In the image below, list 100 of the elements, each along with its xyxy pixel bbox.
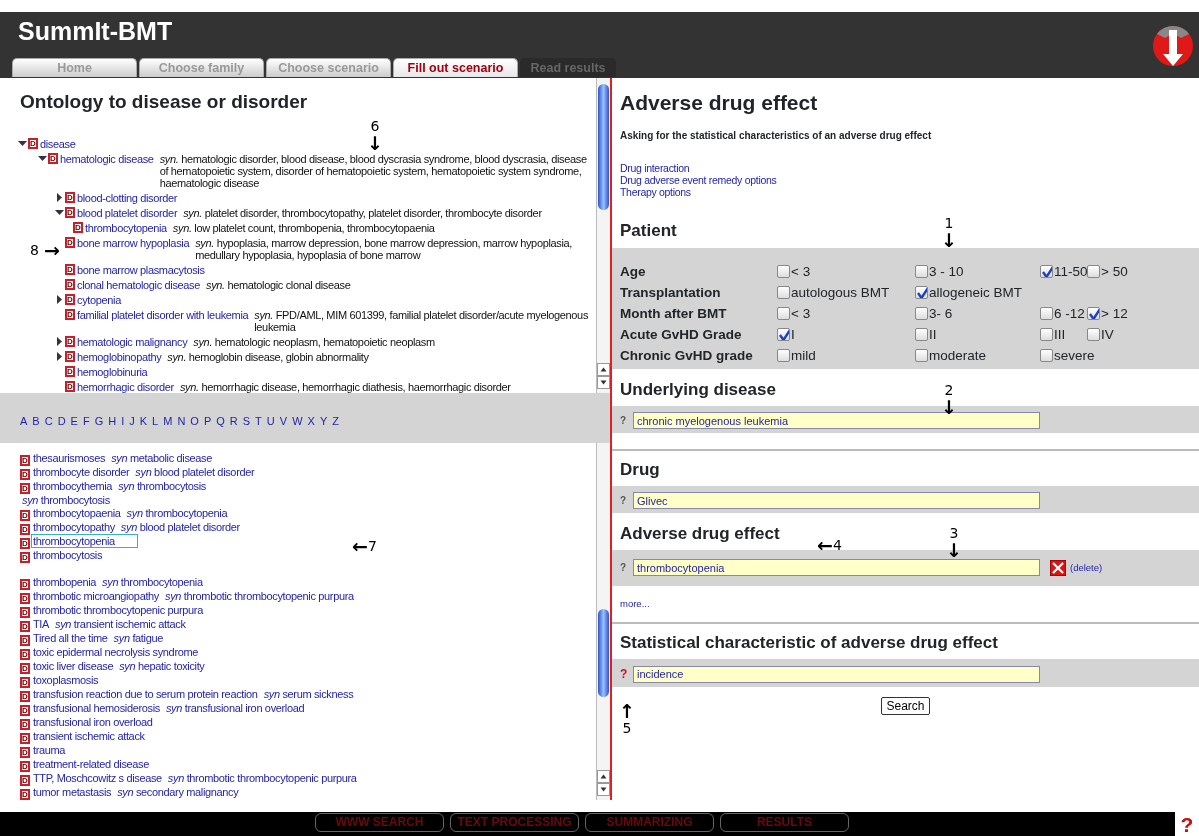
letter-link[interactable]: A <box>20 413 28 443</box>
tree-item-link[interactable]: disease <box>40 138 76 150</box>
help-icon[interactable]: ? <box>620 560 629 576</box>
delete-icon[interactable] <box>1050 559 1066 576</box>
index-term-link[interactable]: thesaurismoses <box>32 451 107 464</box>
tree-item-link[interactable]: hematologic disease <box>60 153 154 165</box>
index-term-link[interactable]: thrombotic microangiopathy <box>32 590 161 602</box>
index-term-link[interactable]: toxic liver disease <box>32 660 115 672</box>
input-field[interactable]: incidence <box>633 665 1040 683</box>
checkbox[interactable] <box>1040 328 1053 342</box>
index-term-link[interactable]: transfusional hemosiderosis <box>32 702 161 714</box>
checkbox[interactable] <box>777 286 790 300</box>
letter-link[interactable]: K <box>139 413 148 443</box>
scroll-down-button[interactable] <box>597 783 610 796</box>
checkbox[interactable] <box>777 307 790 321</box>
index-term-link[interactable]: transfusional iron overload <box>32 716 154 728</box>
expand-arrow-icon[interactable] <box>55 352 64 361</box>
checkbox[interactable] <box>1087 265 1100 279</box>
letter-link[interactable]: J <box>129 413 135 443</box>
tree-item-link[interactable]: hemoglobinopathy <box>77 351 162 363</box>
scroll-down-button[interactable] <box>597 376 610 389</box>
index-term-link[interactable]: thrombocytopathy <box>32 521 116 533</box>
expand-arrow-icon[interactable] <box>55 295 64 304</box>
letter-link[interactable]: Q <box>216 413 225 443</box>
tab[interactable]: Fill out scenario <box>393 58 518 77</box>
index-term-link[interactable]: TTP, Moschcowitz s disease <box>32 772 163 784</box>
index-term-link[interactable]: tumor metastasis <box>32 786 113 798</box>
letter-link[interactable]: O <box>190 413 199 443</box>
tree-item-link[interactable]: thrombocytopenia <box>85 222 167 234</box>
index-term-link[interactable]: transfusion reaction due to serum protein reaction <box>32 688 259 700</box>
checkbox[interactable] <box>1040 265 1053 279</box>
related-link[interactable]: Drug adverse event remedy options <box>620 174 777 187</box>
tree-item-link[interactable]: cytopenia <box>77 294 121 306</box>
tree-item-link[interactable]: hematologic malignancy <box>77 336 188 348</box>
expand-arrow-icon[interactable] <box>55 193 64 202</box>
tree-item-link[interactable]: clonal hematologic disease <box>77 279 200 291</box>
checkbox[interactable] <box>915 265 928 279</box>
checkbox[interactable] <box>1087 307 1100 321</box>
help-icon[interactable]: ? <box>620 493 629 509</box>
collapse-arrow-icon[interactable] <box>18 139 27 148</box>
help-icon[interactable]: ? <box>620 413 629 429</box>
index-term-link[interactable]: trauma <box>32 744 67 756</box>
checkbox[interactable] <box>777 349 790 363</box>
letter-link[interactable]: Z <box>332 413 339 443</box>
expand-arrow-icon[interactable] <box>55 337 64 346</box>
index-term-link[interactable]: thrombocytosis <box>32 549 104 561</box>
scroll-up-button[interactable] <box>597 363 610 376</box>
tree-item-link[interactable]: hemoglobinuria <box>77 366 148 378</box>
letter-link[interactable]: G <box>94 413 104 443</box>
more-link[interactable]: more... <box>620 598 650 610</box>
letter-link[interactable]: W <box>292 413 303 443</box>
scroll-thumb[interactable] <box>598 84 609 210</box>
letter-link[interactable]: Y <box>319 413 328 443</box>
letter-link[interactable]: R <box>229 413 238 443</box>
letter-link[interactable]: D <box>57 413 66 443</box>
index-term-link[interactable]: treatment-related disease <box>32 758 150 770</box>
letter-link[interactable]: F <box>82 413 90 443</box>
index-term-link[interactable]: Tired all the time <box>32 632 109 644</box>
tree-item-link[interactable]: familial platelet disorder with leukemia <box>77 309 249 321</box>
related-link[interactable]: Drug interaction <box>620 163 690 175</box>
letter-link[interactable]: E <box>70 413 78 443</box>
scrollbar[interactable] <box>596 442 610 800</box>
index-term-link[interactable]: thrombocytopaenia <box>32 507 122 519</box>
letter-link[interactable]: V <box>279 413 288 443</box>
letter-link[interactable]: I <box>121 413 125 443</box>
index-term-link[interactable]: transient ischemic attack <box>32 730 146 742</box>
tree-item-link[interactable]: bone marrow plasmacytosis <box>77 264 205 276</box>
index-term-link[interactable]: thrombopenia <box>32 576 98 588</box>
letter-link[interactable]: X <box>307 413 315 443</box>
letter-link[interactable]: C <box>44 413 53 443</box>
index-term-link[interactable]: thrombocytopenia <box>32 535 137 547</box>
tree-item-link[interactable]: hemorrhagic disorder <box>77 381 174 393</box>
index-term-link[interactable]: toxic epidermal necrolysis syndrome <box>32 646 200 658</box>
letter-link[interactable]: N <box>177 413 186 443</box>
collapse-arrow-icon[interactable] <box>38 154 47 163</box>
checkbox[interactable] <box>1040 349 1053 363</box>
scroll-thumb[interactable] <box>598 608 609 697</box>
input-field[interactable]: thrombocytopenia <box>633 559 1040 577</box>
checkbox[interactable] <box>915 286 928 300</box>
related-link[interactable]: Therapy options <box>620 186 691 199</box>
index-term-link[interactable]: toxoplasmosis <box>32 674 100 686</box>
letter-link[interactable]: P <box>203 413 212 443</box>
tree-item-link[interactable]: bone marrow hypoplasia <box>77 237 190 249</box>
index-term-link[interactable]: thrombocythemia <box>32 479 114 492</box>
checkbox[interactable] <box>915 328 928 342</box>
checkbox[interactable] <box>1040 307 1053 321</box>
input-field[interactable]: Glivec <box>633 492 1040 510</box>
search-button[interactable]: Search <box>881 697 930 716</box>
checkbox[interactable] <box>777 265 790 279</box>
scroll-up-button[interactable] <box>597 770 610 783</box>
checkbox[interactable] <box>915 307 928 321</box>
help-button[interactable]: ? <box>1175 812 1199 836</box>
delete-link[interactable]: (delete) <box>1070 560 1103 575</box>
checkbox[interactable] <box>777 328 790 342</box>
index-term-link[interactable]: TIA <box>32 618 51 630</box>
letter-link[interactable]: H <box>108 413 117 443</box>
tree-item-link[interactable]: blood-clotting disorder <box>77 192 178 204</box>
checkbox[interactable] <box>1087 328 1100 342</box>
help-icon[interactable]: ? <box>620 665 629 684</box>
letter-link[interactable]: T <box>255 413 262 443</box>
